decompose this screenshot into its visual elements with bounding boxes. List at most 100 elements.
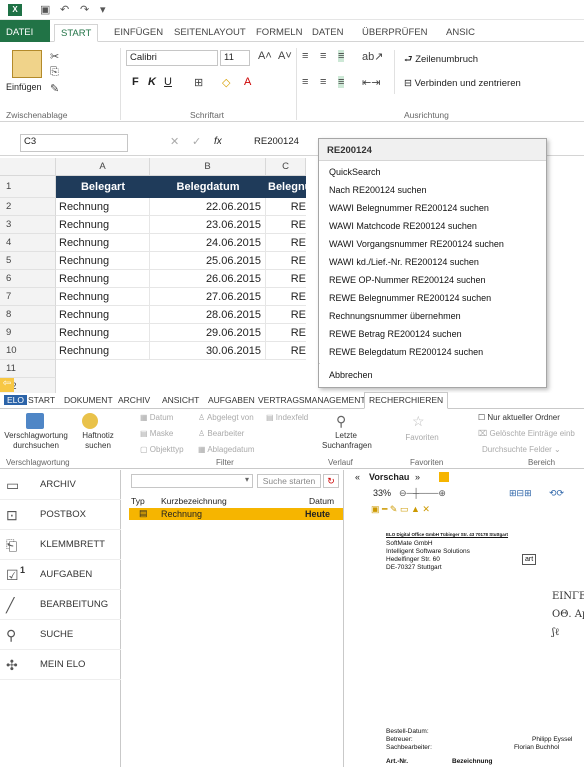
save-icon[interactable]: ▣ (40, 3, 50, 16)
header-cell-belegdatum[interactable]: Belegdatum (150, 176, 266, 198)
align-center-icon[interactable]: ≡ (320, 76, 326, 88)
tab-recherchieren[interactable]: RECHERCHIEREN (364, 392, 449, 409)
filter-objekttyp[interactable]: ▢ Objekttyp (140, 445, 184, 454)
filter-abgelegt-von[interactable]: ♙ Abgelegt von (198, 413, 254, 422)
function-icon[interactable]: fx (214, 136, 222, 147)
tab-daten[interactable]: DATEN (306, 24, 350, 42)
tab-ueberpruefen[interactable]: ÜBERPRÜFEN (356, 24, 433, 42)
enter-icon[interactable]: ✓ (192, 135, 201, 148)
merge-center-button[interactable]: ⊟ Verbinden und zentrieren (404, 78, 521, 89)
table-cell-belegnummer[interactable]: RE (266, 216, 306, 234)
fit-page-icons[interactable]: ⊞⊟⊞ (509, 488, 532, 499)
font-size-field[interactable]: 11 (220, 50, 250, 66)
table-cell-belegart[interactable]: Rechnung (56, 324, 150, 342)
zoom-slider[interactable]: ⊖─┼───⊕ (399, 488, 446, 499)
letzte-suchanfragen-button[interactable]: Letzte Suchanfragen (322, 431, 372, 451)
table-cell-belegdatum[interactable]: 24.06.2015 (150, 234, 266, 252)
formula-input[interactable]: RE200124 (254, 136, 299, 147)
fill-color-icon[interactable]: ◇ (222, 76, 230, 89)
annotation-toolbar[interactable]: ▣ ━ ✎ ▭ ▲ ✕ (371, 504, 430, 515)
underline-button[interactable]: U (164, 76, 172, 88)
tab-aufgaben[interactable]: AUFGABEN (208, 395, 255, 405)
tab-start[interactable]: START (54, 24, 99, 42)
table-cell-belegdatum[interactable]: 27.06.2015 (150, 288, 266, 306)
filter-datum[interactable]: ▦ Datum (140, 413, 173, 422)
table-cell-belegart[interactable]: Rechnung (56, 306, 150, 324)
menu-item-rewe-op[interactable]: REWE OP-Nummer RE200124 suchen (319, 271, 546, 289)
nav-mein-elo[interactable]: ✣ MEIN ELO (0, 650, 121, 680)
filter-maske[interactable]: ▤ Maske (140, 429, 173, 438)
undo-icon[interactable]: ↶ (60, 3, 69, 16)
favoriten-button[interactable]: Favoriten (400, 433, 444, 443)
menu-item-wawi-vorgangsnummer[interactable]: WAWI Vorgangsnummer RE200124 suchen (319, 235, 546, 253)
border-icon[interactable]: ⊞ (194, 76, 203, 89)
tab-start[interactable]: START (28, 395, 55, 405)
align-middle-icon[interactable]: ≡ (320, 50, 326, 62)
filter-bearbeiter[interactable]: ♙ Bearbeiter (198, 429, 244, 438)
row-header[interactable]: 4 (0, 234, 56, 252)
shrink-font-icon[interactable]: A˅ (278, 50, 292, 62)
search-start-button[interactable]: Suche starten (257, 474, 321, 488)
geloeschte-eintraege-toggle[interactable]: ⌧ Gelöschte Einträge einb (478, 429, 575, 438)
rotate-icons[interactable]: ⟲⟳ (549, 488, 564, 499)
row-header[interactable]: 11 (0, 360, 56, 378)
select-all-corner[interactable] (0, 158, 56, 176)
nav-suche[interactable]: ⚲ SUCHE (0, 620, 121, 650)
row-header[interactable]: 3 (0, 216, 56, 234)
column-header-c[interactable]: C (266, 158, 306, 176)
table-cell-belegart[interactable]: Rechnung (56, 288, 150, 306)
menu-item-wawi-belegnummer[interactable]: WAWI Belegnummer RE200124 suchen (319, 199, 546, 217)
table-cell-belegnummer[interactable]: RE (266, 288, 306, 306)
cut-icon[interactable]: ✂ (50, 50, 59, 63)
table-cell-belegdatum[interactable]: 26.06.2015 (150, 270, 266, 288)
row-header[interactable]: 10 (0, 342, 56, 360)
row-header[interactable]: 6 (0, 270, 56, 288)
table-cell-belegnummer[interactable]: RE (266, 270, 306, 288)
tab-formeln[interactable]: FORMELN (250, 24, 308, 42)
nav-aufgaben[interactable]: ☑ 1 AUFGABEN (0, 560, 121, 590)
redo-icon[interactable]: ↷ (80, 3, 89, 16)
column-header-b[interactable]: B (150, 158, 266, 176)
tab-ansicht[interactable]: ANSIC (440, 24, 481, 42)
result-row[interactable]: ▤ Rechnung Heute (129, 508, 343, 520)
menu-item-rewe-belegdatum[interactable]: REWE Belegdatum RE200124 suchen (319, 343, 546, 361)
search-dropdown-icon[interactable]: ▾ (245, 475, 249, 484)
paste-button[interactable]: Einfügen (6, 82, 42, 92)
customize-icon[interactable]: ▾ (100, 3, 106, 16)
table-cell-belegdatum[interactable]: 28.06.2015 (150, 306, 266, 324)
column-datum[interactable]: Datum (309, 496, 334, 506)
menu-item-rechnungsnummer[interactable]: Rechnungsnummer übernehmen (319, 307, 546, 325)
table-cell-belegart[interactable]: Rechnung (56, 234, 150, 252)
table-cell-belegdatum[interactable]: 29.06.2015 (150, 324, 266, 342)
indent-icon[interactable]: ⇤⇥ (362, 76, 380, 89)
menu-item-rewe-belegnummer[interactable]: REWE Belegnummer RE200124 suchen (319, 289, 546, 307)
table-cell-belegnummer[interactable]: RE (266, 234, 306, 252)
nur-aktueller-ordner-checkbox[interactable]: ☐ Nur aktueller Ordner (478, 413, 560, 422)
table-cell-belegdatum[interactable]: 22.06.2015 (150, 198, 266, 216)
cancel-icon[interactable]: ✕ (170, 135, 179, 148)
table-cell-belegart[interactable]: Rechnung (56, 252, 150, 270)
row-header[interactable]: 7 (0, 288, 56, 306)
row-header[interactable]: 2 (0, 198, 56, 216)
header-cell-belegnummer[interactable]: Belegnum (266, 176, 306, 198)
tab-elo[interactable]: ELO (4, 395, 28, 405)
expand-right-icon[interactable]: » (415, 472, 420, 482)
orientation-icon[interactable]: ab↗ (362, 50, 383, 63)
elo-back-arrow-icon[interactable]: ⇦ (0, 378, 14, 392)
font-color-icon[interactable]: A (244, 76, 251, 88)
table-cell-belegnummer[interactable]: RE (266, 324, 306, 342)
tab-seitenlayout[interactable]: SEITENLAYOUT (168, 24, 252, 42)
grow-font-icon[interactable]: A˄ (258, 50, 272, 62)
align-left-icon[interactable]: ≡ (302, 76, 308, 88)
table-cell-belegdatum[interactable]: 25.06.2015 (150, 252, 266, 270)
copy-icon[interactable]: ⎘ (50, 66, 59, 79)
filter-indexfeld[interactable]: ▤ Indexfeld (266, 413, 308, 422)
tab-vertragsmanagement[interactable]: VERTRAGSMANAGEMENT (258, 395, 366, 405)
font-name-field[interactable]: Calibri (126, 50, 218, 66)
nav-klemmbrett[interactable]: ⎗ KLEMMBRETT (0, 530, 121, 560)
haftnotiz-button[interactable]: Haftnotiz suchen (70, 431, 126, 451)
align-top-icon[interactable]: ≡ (302, 50, 308, 62)
table-cell-belegnummer[interactable]: RE (266, 342, 306, 360)
row-header[interactable]: 9 (0, 324, 56, 342)
name-box[interactable]: C3 (20, 134, 128, 152)
